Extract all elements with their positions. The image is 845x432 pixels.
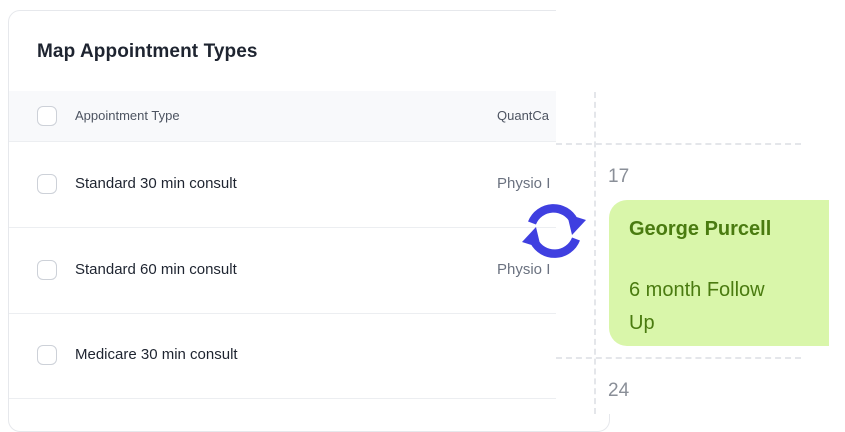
column-header-quantcal: QuantCa bbox=[497, 108, 550, 123]
row-checkbox[interactable] bbox=[37, 174, 57, 194]
row-checkbox[interactable] bbox=[37, 260, 57, 280]
event-patient-name: George Purcell bbox=[629, 218, 772, 240]
appointment-type-cell: Medicare 30 min consult bbox=[75, 346, 238, 363]
table-header: Appointment Type QuantCa bbox=[9, 91, 609, 142]
calendar-day-number: 24 bbox=[608, 380, 630, 401]
appointment-type-cell: Standard 60 min consult bbox=[75, 261, 237, 278]
table-row: Standard 30 min consult Physio I bbox=[9, 142, 609, 228]
calendar-gridline bbox=[556, 357, 801, 359]
event-description: 6 month Follow Up bbox=[629, 279, 765, 334]
quantcal-cell[interactable]: Physio I bbox=[497, 175, 550, 192]
select-all-checkbox[interactable] bbox=[37, 106, 57, 126]
calendar-gridline bbox=[594, 92, 596, 414]
column-header-appointment-type: Appointment Type bbox=[75, 108, 180, 123]
table-row: Medicare 30 min consult bbox=[9, 313, 609, 399]
calendar-day-number: 17 bbox=[608, 166, 630, 187]
appointment-type-cell: Standard 30 min consult bbox=[75, 175, 237, 192]
calendar-gridline bbox=[556, 143, 801, 145]
row-checkbox[interactable] bbox=[37, 345, 57, 365]
card-title: Map Appointment Types bbox=[37, 41, 258, 62]
calendar-panel: 17 24 George Purcell 6 month Follow Up bbox=[556, 0, 845, 414]
table-row: Standard 60 min consult Physio I bbox=[9, 228, 609, 314]
calendar-event[interactable]: George Purcell 6 month Follow Up bbox=[609, 200, 829, 346]
sync-arrows-icon[interactable] bbox=[520, 195, 588, 267]
